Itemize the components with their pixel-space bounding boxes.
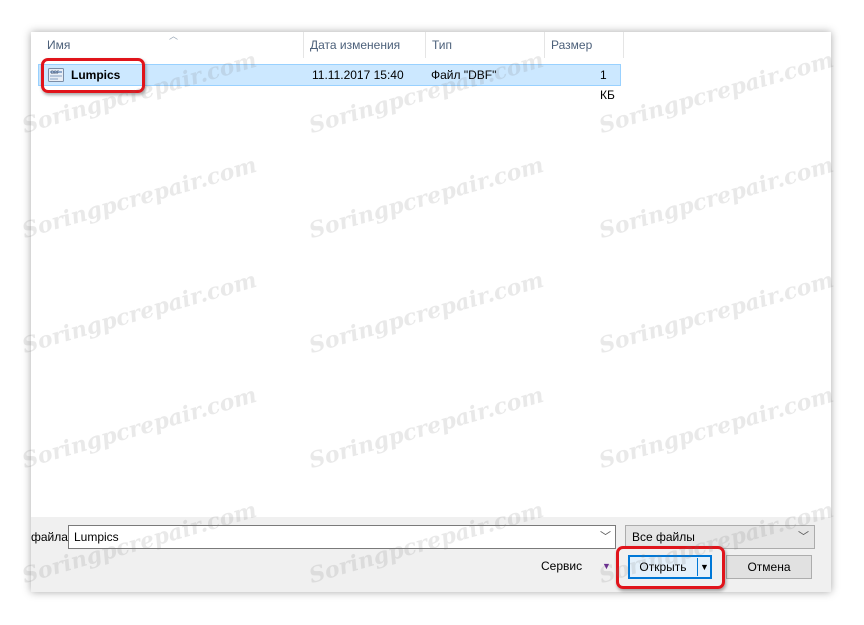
- column-header-size-label: Размер: [551, 38, 593, 52]
- service-dropdown-icon[interactable]: ▼: [602, 556, 611, 576]
- column-header-date-label: Дата изменения: [310, 38, 401, 52]
- filename-input[interactable]: Lumpics ﹀: [68, 525, 616, 549]
- column-header-name[interactable]: Имя: [31, 32, 304, 58]
- filename-value: Lumpics: [74, 530, 119, 544]
- column-headers: Имя ︿ Дата изменения Тип Размер: [31, 32, 831, 58]
- column-header-size[interactable]: Размер: [545, 32, 624, 58]
- column-header-name-label: Имя: [47, 38, 71, 52]
- filename-label: файла:: [31, 530, 72, 544]
- chevron-down-icon[interactable]: ﹀: [600, 526, 611, 548]
- file-size: 1 КБ: [600, 68, 615, 102]
- column-header-date[interactable]: Дата изменения: [304, 32, 426, 58]
- column-header-type-label: Тип: [432, 38, 453, 52]
- annotation-frame-open: [616, 546, 725, 589]
- column-header-type[interactable]: Тип: [426, 32, 545, 58]
- cancel-button[interactable]: Отмена: [726, 555, 812, 579]
- file-list[interactable]: Имя ︿ Дата изменения Тип Размер DBF Lump…: [31, 32, 831, 517]
- file-date: 11.11.2017 15:40: [312, 68, 404, 82]
- chevron-down-icon: ﹀: [798, 531, 809, 543]
- sort-ascending-icon: ︿: [169, 31, 179, 41]
- filter-value: Все файлы: [632, 530, 695, 544]
- annotation-frame-file: [41, 58, 145, 93]
- file-type: Файл "DBF": [431, 68, 497, 82]
- open-file-dialog: Имя ︿ Дата изменения Тип Размер DBF Lump…: [31, 32, 831, 592]
- service-menu[interactable]: Сервис: [541, 556, 582, 576]
- cancel-button-label: Отмена: [747, 560, 791, 574]
